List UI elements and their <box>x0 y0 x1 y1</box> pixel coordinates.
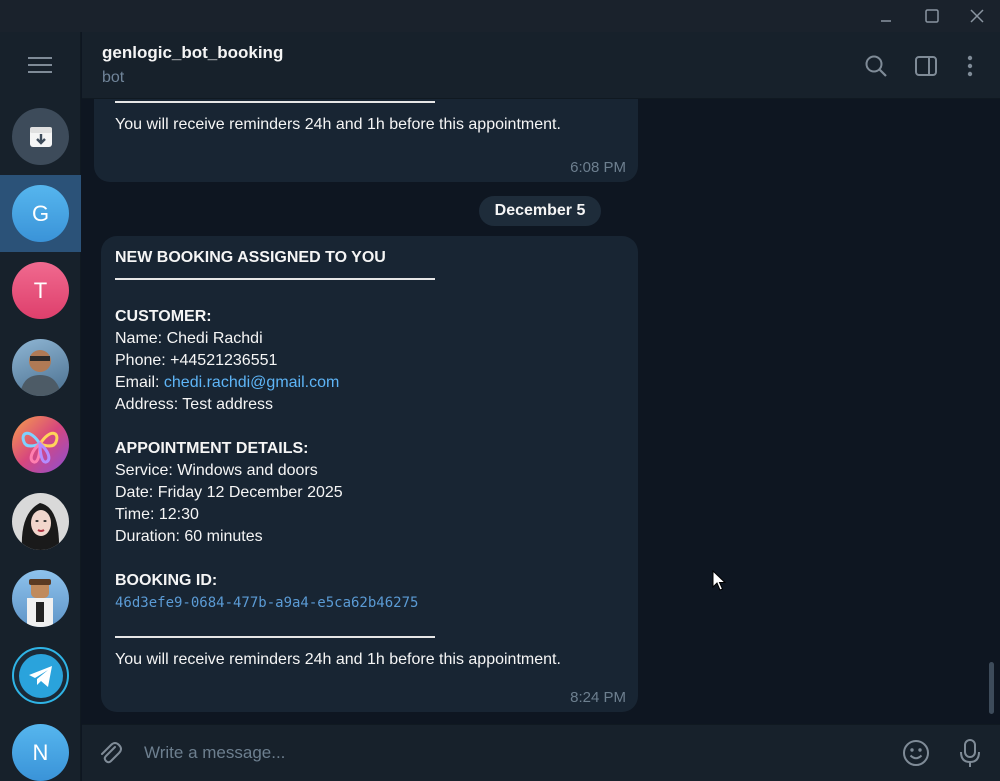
customer-address: Address: Test address <box>115 396 274 413</box>
message-text: You will receive reminders 24h and 1h be… <box>115 651 561 668</box>
chat-item-person-2[interactable] <box>0 483 81 560</box>
message-bubble[interactable]: NEW BOOKING ASSIGNED TO YOU CUSTOMER: Na… <box>101 236 638 712</box>
customer-name: Name: Chedi Rachdi <box>115 330 263 347</box>
archive-icon <box>12 108 69 165</box>
avatar: T <box>12 262 69 319</box>
chat-item-telegram[interactable] <box>0 637 81 714</box>
telegram-logo-avatar <box>12 647 69 704</box>
customer-heading: CUSTOMER: <box>115 308 212 325</box>
window-titlebar <box>0 0 1000 32</box>
chat-item-archive[interactable] <box>0 98 81 175</box>
avatar-letter: G <box>31 200 50 226</box>
mouse-cursor-icon <box>712 570 726 591</box>
customer-phone: Phone: +44521236551 <box>115 352 278 369</box>
chat-item-person[interactable] <box>0 329 81 406</box>
search-icon[interactable] <box>863 53 889 79</box>
booking-id-code[interactable]: 46d3efe9-0684-477b-a9a4-e5ca62b46275 <box>115 592 618 614</box>
hamburger-menu-icon[interactable] <box>24 53 56 77</box>
chat-item-n[interactable]: N <box>0 714 81 781</box>
avatar-letter: N <box>32 739 49 765</box>
appointment-date: Date: Friday 12 December 2025 <box>115 484 343 501</box>
close-icon[interactable] <box>967 6 987 26</box>
customer-email-row: Email: chedi.rachdi@gmail.com <box>115 372 618 394</box>
chat-item-genlogic-bot-booking[interactable]: G <box>0 175 81 252</box>
minimize-icon[interactable] <box>876 6 896 26</box>
email-label: Email: <box>115 374 164 391</box>
avatar-letter: T <box>33 277 48 303</box>
avatar: N <box>12 724 69 781</box>
sidebar-toggle-icon[interactable] <box>913 53 939 79</box>
person-photo-avatar <box>12 339 69 396</box>
maximize-icon[interactable] <box>922 6 942 26</box>
separator-line <box>115 636 435 638</box>
date-separator: December 5 <box>479 196 601 226</box>
details-heading: APPOINTMENT DETAILS: <box>115 440 309 457</box>
chat-header: genlogic_bot_booking bot <box>82 32 1000 99</box>
more-vertical-icon[interactable] <box>957 53 983 79</box>
person-photo-avatar <box>12 493 69 550</box>
microphone-icon[interactable] <box>956 737 984 769</box>
chat-item-butterfly[interactable] <box>0 406 81 483</box>
scrollbar-thumb[interactable] <box>989 662 994 714</box>
email-link[interactable]: chedi.rachdi@gmail.com <box>164 374 339 391</box>
message-bubble[interactable]: You will receive reminders 24h and 1h be… <box>94 99 638 182</box>
chat-item-t[interactable]: T <box>0 252 81 329</box>
chat-status: bot <box>102 69 125 86</box>
separator-line <box>115 101 435 103</box>
chat-title[interactable]: genlogic_bot_booking <box>102 43 283 63</box>
butterfly-logo-avatar <box>12 416 69 473</box>
cartoon-character-avatar <box>12 570 69 627</box>
appointment-duration: Duration: 60 minutes <box>115 528 263 545</box>
emoji-icon[interactable] <box>901 738 931 768</box>
avatar: G <box>12 185 69 242</box>
chat-item-character[interactable] <box>0 560 81 637</box>
paperclip-icon[interactable] <box>96 739 124 767</box>
message-input[interactable] <box>144 741 844 765</box>
appointment-time: Time: 12:30 <box>115 506 199 523</box>
message-composer <box>82 724 1000 781</box>
scrollbar[interactable] <box>989 99 994 719</box>
message-time: 8:24 PM <box>570 689 626 706</box>
message-time: 6:08 PM <box>570 159 626 176</box>
message-heading: NEW BOOKING ASSIGNED TO YOU <box>115 249 386 266</box>
message-list[interactable]: You will receive reminders 24h and 1h be… <box>82 99 1000 724</box>
appointment-service: Service: Windows and doors <box>115 462 318 479</box>
booking-id-heading: BOOKING ID: <box>115 572 218 589</box>
message-text: You will receive reminders 24h and 1h be… <box>115 116 561 133</box>
chat-folder-sidebar: G T N <box>0 32 81 781</box>
